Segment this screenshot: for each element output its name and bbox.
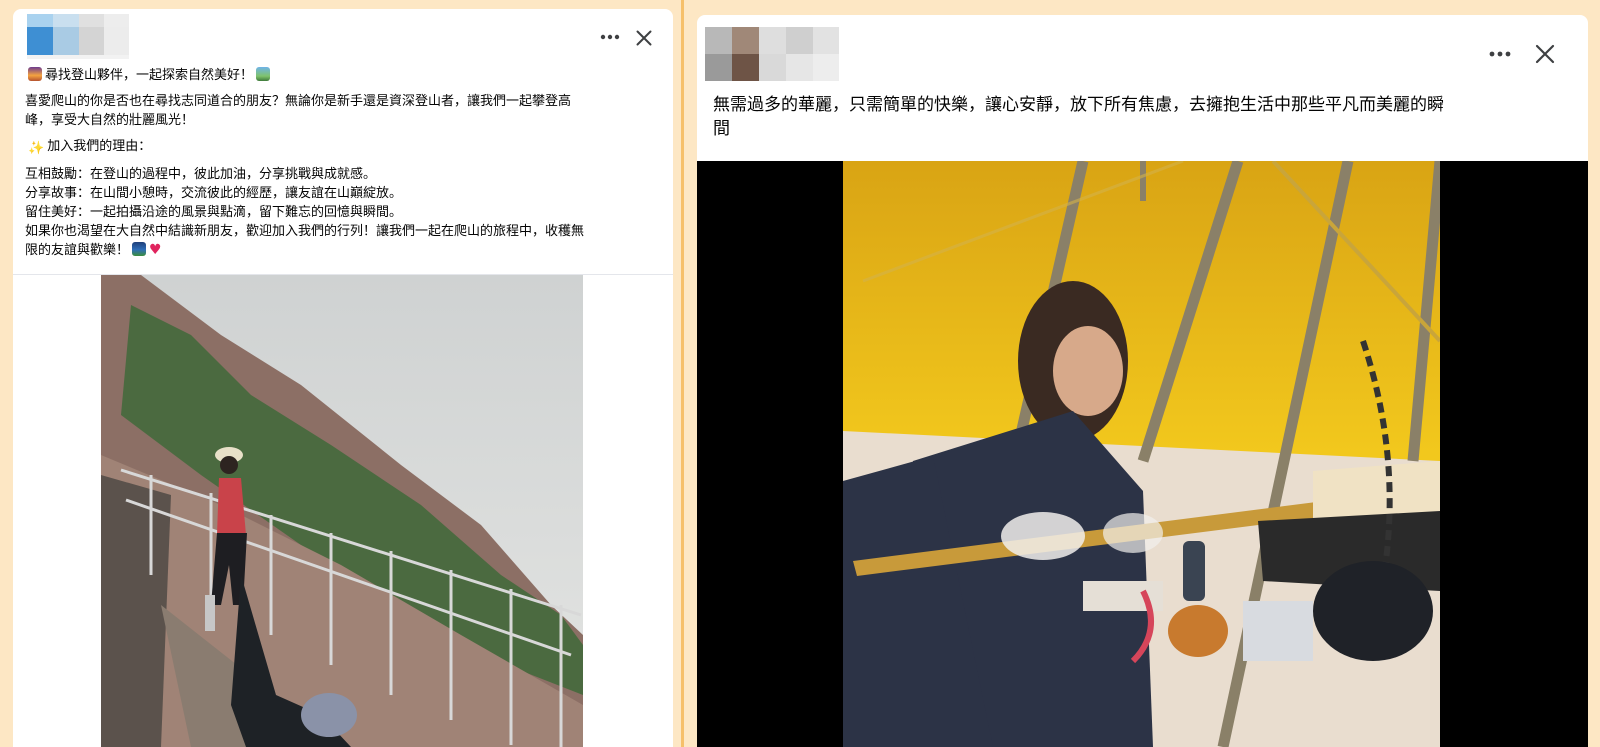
right-post-card: 無需過多的華麗，只需簡單的快樂，讓心安靜，放下所有焦慮，去擁抱生活中那些平凡而美… [697, 15, 1588, 747]
reasons-heading: ✨ 加入我們的理由： [28, 139, 152, 156]
left-avatar-blurred[interactable] [27, 14, 129, 59]
reason-item: 分享故事：在山間小憩時，交流彼此的經歷，讓友誼在山巔綻放。 [25, 186, 403, 201]
intro-paragraph: 喜愛爬山的你是否也在尋找志同道合的朋友？無論你是新手還是資深登山者，讓我們一起攀… [25, 94, 572, 128]
right-post-photo[interactable] [697, 161, 1588, 747]
close-icon [636, 30, 652, 46]
right-more-options-button[interactable] [1485, 42, 1515, 66]
sparkles-icon: ✨ [28, 141, 45, 156]
title-line: 尋找登山夥伴，一起探索自然美好！ [25, 66, 667, 85]
sunrise-mountain-icon [28, 67, 42, 81]
more-options-icon [600, 34, 620, 40]
closing-line: 限的友誼與歡樂！ ♥ [25, 242, 162, 258]
panel-divider [681, 0, 684, 747]
more-options-icon [1489, 51, 1511, 57]
camping-photo [843, 161, 1440, 747]
reason-item: 留住美好：一起拍攝沿途的風景與點滴，留下難忘的回憶與瞬間。 [25, 205, 403, 220]
left-post-card: 尋找登山夥伴，一起探索自然美好！ 喜愛爬山的你是否也在尋找志同道合的朋友？無論你… [13, 9, 673, 747]
left-close-button[interactable] [632, 26, 656, 50]
right-close-button[interactable] [1531, 40, 1559, 68]
left-post-text: 尋找登山夥伴，一起探索自然美好！ 喜愛爬山的你是否也在尋找志同道合的朋友？無論你… [25, 66, 667, 260]
landscape-photo-icon [256, 67, 271, 81]
reasons-list: 互相鼓勵：在登山的過程中，彼此加油，分享挑戰與成就感。 分享故事：在山間小憩時，… [25, 165, 667, 260]
right-avatar-blurred[interactable] [705, 27, 839, 81]
left-post-photo[interactable] [101, 275, 583, 747]
mountain-night-icon [132, 242, 147, 256]
right-post-caption: 無需過多的華麗，只需簡單的快樂，讓心安靜，放下所有焦慮，去擁抱生活中那些平凡而美… [713, 95, 1444, 139]
left-more-options-button[interactable] [596, 26, 624, 48]
hiking-photo [101, 275, 583, 747]
red-heart-icon: ♥ [149, 242, 162, 258]
closing-line: 如果你也渴望在大自然中結識新朋友，歡迎加入我們的行列！讓我們一起在爬山的旅程中，… [25, 224, 585, 239]
close-icon [1535, 44, 1555, 64]
reason-item: 互相鼓勵：在登山的過程中，彼此加油，分享挑戰與成就感。 [25, 167, 377, 182]
